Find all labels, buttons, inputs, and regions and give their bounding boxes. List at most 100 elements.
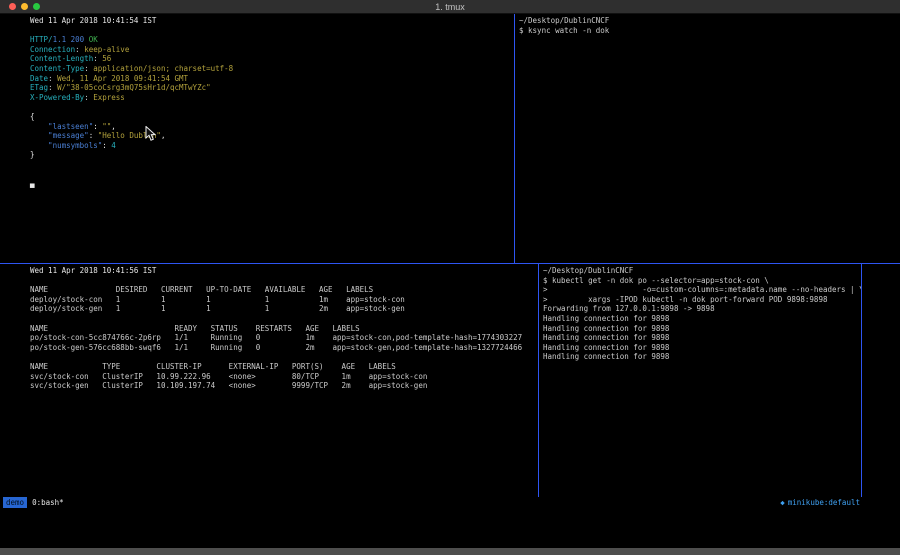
- text-run: :: [75, 45, 84, 54]
- pane-divider-vertical-bottom[interactable]: [538, 264, 539, 497]
- terminal-line: Content-Type: application/json; charset=…: [30, 64, 514, 74]
- traffic-lights: [9, 3, 40, 10]
- text-run: NAME DESIRED CURRENT UP-TO-DATE AVAILABL…: [30, 285, 373, 294]
- close-button[interactable]: [9, 3, 16, 10]
- terminal-line: Date: Wed, 11 Apr 2018 09:41:54 GMT: [30, 74, 514, 84]
- text-run: :: [84, 64, 93, 73]
- text-run: :: [89, 131, 98, 140]
- text-run: }: [30, 150, 35, 159]
- status-right: ◆ minikube:default: [780, 497, 860, 508]
- text-run: Express: [93, 93, 125, 102]
- terminal-line: Connection: keep-alive: [30, 45, 514, 55]
- text-run: > -o=custom-columns=:metadata.name --no-…: [543, 285, 861, 294]
- text-run: "numsymbols": [30, 141, 102, 150]
- text-run: Content-Length: [30, 54, 93, 63]
- text-run: NAME TYPE CLUSTER-IP EXTERNAL-IP PORT(S)…: [30, 362, 396, 371]
- terminal-line: svc/stock-gen ClusterIP 10.109.197.74 <n…: [30, 381, 538, 391]
- pane-kubectl-resources[interactable]: Wed 11 Apr 2018 10:41:56 IST NAME DESIRED…: [0, 264, 538, 497]
- terminal-line: {: [30, 112, 514, 122]
- text-run: Connection: [30, 45, 75, 54]
- terminal-line: > xargs -IPOD kubectl -n dok port-forwar…: [543, 295, 861, 305]
- pane-divider-horizontal[interactable]: [0, 263, 900, 264]
- terminal-line: [30, 160, 514, 170]
- text-run: $ ksync watch -n dok: [519, 26, 609, 35]
- terminal-line: ETag: W/"38-05coCsrg3mQ75sHr1d/qcMTwYZc": [30, 83, 514, 93]
- pane-http-response[interactable]: Wed 11 Apr 2018 10:41:54 IST HTTP/1.1 200…: [0, 14, 514, 263]
- text-run: Wed, 11 Apr 2018 09:41:54 GMT: [57, 74, 188, 83]
- terminal-line: ~/Desktop/DublinCNCF: [519, 16, 900, 26]
- text-run: "lastseen": [30, 122, 93, 131]
- terminal-line: Content-Length: 56: [30, 54, 514, 64]
- text-run: ,: [161, 131, 166, 140]
- text-run: :: [48, 74, 57, 83]
- text-run: X-Powered-By: [30, 93, 84, 102]
- terminal-line: Wed 11 Apr 2018 10:41:56 IST: [30, 266, 538, 276]
- terminal-line: Forwarding from 127.0.0.1:9898 -> 9898: [543, 304, 861, 314]
- session-name-badge[interactable]: demo: [3, 497, 27, 508]
- terminal-line: Wed 11 Apr 2018 10:41:54 IST: [30, 16, 514, 26]
- terminal-line: po/stock-gen-576cc688bb-swqf6 1/1 Runnin…: [30, 343, 538, 353]
- terminal-line: [30, 352, 538, 362]
- terminal-line: $ kubectl get -n dok po --selector=app=s…: [543, 276, 861, 286]
- pane-divider-vertical-right[interactable]: [861, 264, 862, 497]
- text-run: :: [93, 122, 102, 131]
- pane-divider-vertical-top[interactable]: [514, 14, 515, 263]
- text-run: > xargs -IPOD kubectl -n dok port-forwar…: [543, 295, 827, 304]
- text-run: "": [102, 122, 111, 131]
- text-run: Handling connection for 9898: [543, 324, 669, 333]
- text-run: 56: [102, 54, 111, 63]
- text-run: NAME READY STATUS RESTARTS AGE LABELS: [30, 324, 360, 333]
- pane-ksync-watch[interactable]: ~/Desktop/DublinCNCF$ ksync watch -n dok: [515, 14, 900, 263]
- text-run: :: [84, 93, 93, 102]
- desktop-background-strip: [0, 548, 900, 555]
- text-run: Handling connection for 9898: [543, 314, 669, 323]
- text-run: Wed 11 Apr 2018 10:41:56 IST: [30, 266, 156, 275]
- terminal-line: > -o=custom-columns=:metadata.name --no-…: [543, 285, 861, 295]
- text-run: svc/stock-gen ClusterIP 10.109.197.74 <n…: [30, 381, 427, 390]
- text-run: po/stock-gen-576cc688bb-swqf6 1/1 Runnin…: [30, 343, 522, 352]
- terminal-line: po/stock-con-5cc874766c-2p6rp 1/1 Runnin…: [30, 333, 538, 343]
- text-run: "message": [30, 131, 89, 140]
- tmux-terminal: Wed 11 Apr 2018 10:41:54 IST HTTP/1.1 200…: [0, 14, 900, 497]
- text-run: Wed 11 Apr 2018 10:41:54 IST: [30, 16, 156, 25]
- text-run: $ kubectl get -n dok po --selector=app=s…: [543, 276, 769, 285]
- text-run: OK: [89, 35, 98, 44]
- terminal-line: ▄: [30, 179, 514, 189]
- minimize-button[interactable]: [21, 3, 28, 10]
- terminal-line: "lastseen": "",: [30, 122, 514, 132]
- text-run: ,: [111, 122, 116, 131]
- text-run: W/"38-05coCsrg3mQ75sHr1d/qcMTwYZc": [57, 83, 211, 92]
- terminal-line: [30, 314, 538, 324]
- terminal-line: "numsymbols": 4: [30, 141, 514, 151]
- kubernetes-icon: ◆: [780, 497, 785, 508]
- terminal-line: X-Powered-By: Express: [30, 93, 514, 103]
- text-run: 1.1 200: [53, 35, 85, 44]
- terminal-window: 1. tmux Wed 11 Apr 2018 10:41:54 IST HTTP…: [0, 0, 900, 508]
- text-run: deploy/stock-con 1 1 1 1 1m app=stock-co…: [30, 295, 405, 304]
- text-run: deploy/stock-gen 1 1 1 1 2m app=stock-ge…: [30, 304, 405, 313]
- terminal-line: Handling connection for 9898: [543, 343, 861, 353]
- terminal-line: }: [30, 150, 514, 160]
- text-run: Handling connection for 9898: [543, 333, 669, 342]
- terminal-line: NAME READY STATUS RESTARTS AGE LABELS: [30, 324, 538, 334]
- text-run: Date: [30, 74, 48, 83]
- kube-context-label: minikube:default: [788, 497, 860, 508]
- text-run: {: [30, 112, 35, 121]
- terminal-line: svc/stock-con ClusterIP 10.99.222.96 <no…: [30, 372, 538, 382]
- window-name-tab[interactable]: 0:bash*: [32, 497, 64, 508]
- text-run: HTTP/: [30, 35, 53, 44]
- text-run: :: [93, 54, 102, 63]
- window-titlebar: 1. tmux: [0, 0, 900, 14]
- terminal-line: Handling connection for 9898: [543, 333, 861, 343]
- terminal-line: NAME TYPE CLUSTER-IP EXTERNAL-IP PORT(S)…: [30, 362, 538, 372]
- terminal-line: [30, 102, 514, 112]
- terminal-line: Handling connection for 9898: [543, 352, 861, 362]
- text-run: po/stock-con-5cc874766c-2p6rp 1/1 Runnin…: [30, 333, 522, 342]
- terminal-line: $ ksync watch -n dok: [519, 26, 900, 36]
- pane-port-forward[interactable]: ~/Desktop/DublinCNCF$ kubectl get -n dok…: [539, 264, 861, 497]
- zoom-button[interactable]: [33, 3, 40, 10]
- text-run: Content-Type: [30, 64, 84, 73]
- text-run: :: [102, 141, 111, 150]
- terminal-line: NAME DESIRED CURRENT UP-TO-DATE AVAILABL…: [30, 285, 538, 295]
- text-run: ▄: [30, 179, 35, 188]
